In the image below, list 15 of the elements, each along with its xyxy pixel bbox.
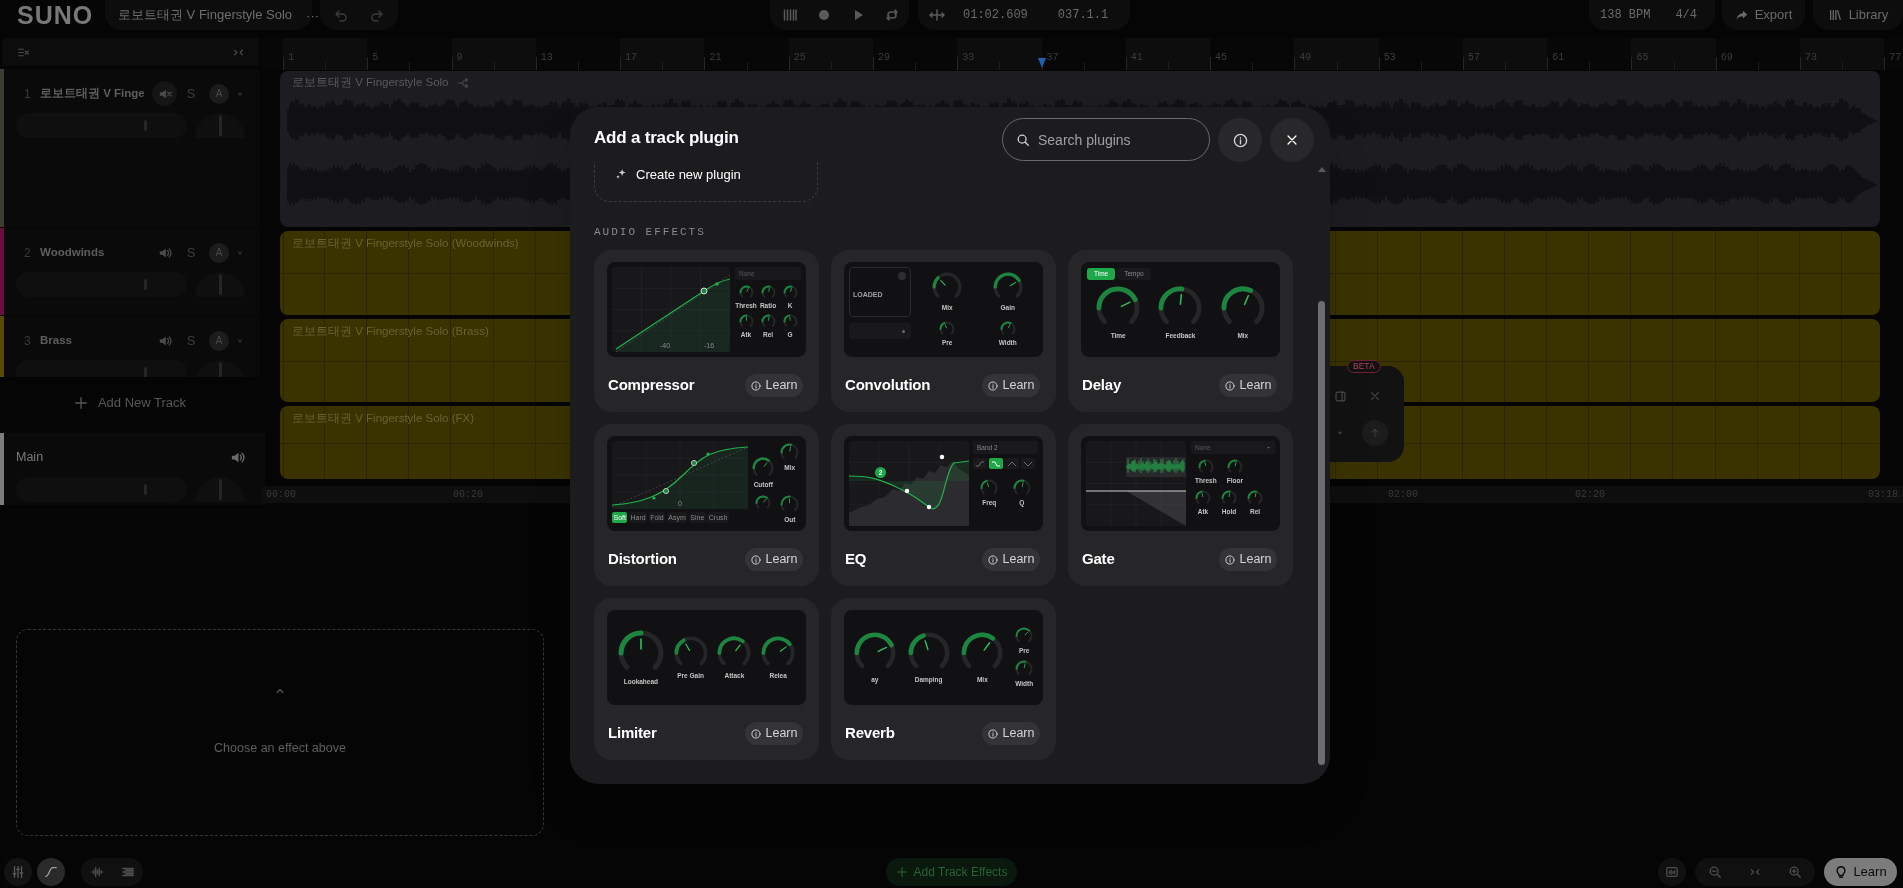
plugin-name: Limiter (608, 723, 657, 744)
bar-position: 037.1.1 (1057, 7, 1109, 24)
plugin-name: Reverb (845, 723, 895, 744)
section-heading: AUDIO EFFECTS (594, 225, 706, 239)
plugin-name: Delay (1082, 375, 1122, 396)
plugin-name: EQ (845, 549, 867, 570)
clip-title: 로보트태권 V Fingerstyle Solo (292, 75, 449, 91)
hint-text: Choose an effect above (214, 740, 346, 757)
plugin-name: Gate (1082, 549, 1115, 570)
time-display: 01:02.609 (963, 7, 1028, 24)
plugin-name: Convolution (845, 375, 931, 396)
plugin-name: Compressor (608, 375, 695, 396)
dialog-title: Add a track plugin (594, 127, 739, 149)
beta-badge: BETA (1347, 360, 1381, 373)
plugin-name: Distortion (608, 549, 677, 570)
